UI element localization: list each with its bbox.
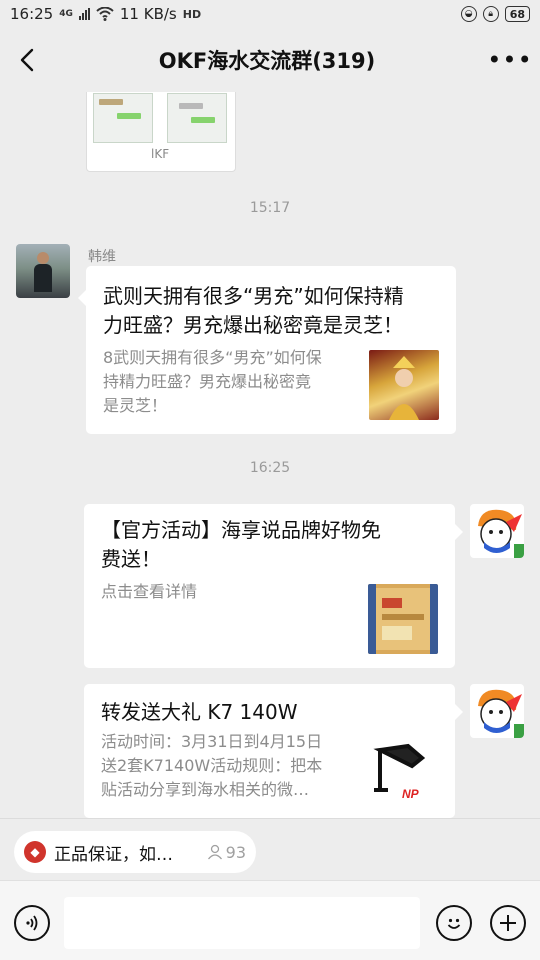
message-input[interactable] xyxy=(64,897,420,949)
timestamp: 15:17 xyxy=(249,200,291,216)
notice-bar: ◆ 正品保证，如… 93 xyxy=(0,818,540,880)
sync-icon: ◒ xyxy=(460,6,477,22)
card-description: 点击查看详情 xyxy=(101,582,198,601)
card-description-line: 送2套K7140W活动规则：把本 xyxy=(101,756,323,775)
card-title-line: 力旺盛？男充爆出秘密竟是灵芝！ xyxy=(103,313,403,337)
card-title-line: 费送！ xyxy=(101,547,161,571)
cartoon-avatar-icon xyxy=(478,689,524,738)
participant-count: 93 xyxy=(207,843,246,862)
card-thumbnail xyxy=(368,584,438,654)
chevron-left-icon xyxy=(20,48,34,72)
card-description-line: 贴活动分享到海水相关的微… xyxy=(101,780,310,799)
image-caption: lKF xyxy=(151,147,170,161)
thumb-bar xyxy=(179,103,203,109)
link-card[interactable]: 转发送大礼 K7 140W 活动时间：3月31日到4月15日 送2套K7140W… xyxy=(84,684,463,818)
card-description-line: 8武则天拥有很多“男充”如何保 xyxy=(103,348,322,367)
link-card[interactable]: 【官方活动】海享说品牌好物免 费送！ 点击查看详情 xyxy=(84,504,463,668)
more-functions-button[interactable] xyxy=(490,905,526,941)
card-title-line: 武则天拥有很多“男充”如何保持精 xyxy=(103,284,404,308)
card-title: 转发送大礼 K7 140W xyxy=(101,700,298,724)
card-description-line: 活动时间：3月31日到4月15日 xyxy=(101,732,323,751)
more-options-button[interactable]: ••• xyxy=(480,28,540,92)
network-type-label: 4G xyxy=(59,9,73,19)
image-message[interactable]: lKF xyxy=(86,92,236,172)
notice-text: 正品保证，如… xyxy=(54,844,173,865)
card-description-line: 是灵芝！ xyxy=(103,396,168,415)
back-button[interactable] xyxy=(0,28,54,92)
avatar-body xyxy=(34,264,52,292)
thumb-bar xyxy=(191,117,215,123)
card-title-line: 【官方活动】海享说品牌好物免 xyxy=(101,518,381,542)
card-thumbnail xyxy=(369,350,439,420)
person-icon xyxy=(207,844,222,860)
input-bar xyxy=(0,880,540,960)
signal-icon xyxy=(78,8,90,20)
network-speed: 11 KB/s xyxy=(119,5,177,23)
voice-icon xyxy=(26,915,38,931)
thumb-bar xyxy=(117,113,141,119)
avatar[interactable] xyxy=(470,684,524,738)
status-bar: 16:25 4G 11 KB/s HD ◒ 🔒︎ 68 xyxy=(0,0,540,28)
sender-name: 韩维 xyxy=(88,249,116,265)
chat-messages[interactable]: lKF 15:17 韩维 武则天拥有很多“男充”如何保持精 力旺盛？男充爆出秘密… xyxy=(0,92,540,818)
card-description-line: 持精力旺盛？男充爆出秘密竟 xyxy=(103,372,312,391)
brand-logo-icon: ◆ xyxy=(24,841,46,863)
thumb-label: NP xyxy=(402,787,420,801)
link-card[interactable]: 武则天拥有很多“男充”如何保持精 力旺盛？男充爆出秘密竟是灵芝！ 8武则天拥有很… xyxy=(78,266,456,434)
emoji-button[interactable] xyxy=(436,905,472,941)
avatar[interactable] xyxy=(470,504,524,558)
plus-icon xyxy=(500,915,516,931)
thumb-bar xyxy=(99,99,123,105)
avatar-head xyxy=(37,252,49,264)
lock-icon: 🔒︎ xyxy=(482,6,499,22)
timestamp: 16:25 xyxy=(249,460,291,476)
voice-button[interactable] xyxy=(14,905,50,941)
smiley-icon xyxy=(447,918,461,929)
pinned-notice[interactable]: ◆ 正品保证，如… 93 xyxy=(14,831,256,873)
participant-count-value: 93 xyxy=(225,842,246,862)
cartoon-avatar-icon xyxy=(478,509,524,558)
hd-icon: HD xyxy=(182,7,202,21)
card-thumbnail: NP xyxy=(368,736,438,806)
battery-indicator: 68 xyxy=(504,6,530,22)
status-time: 16:25 xyxy=(10,5,54,23)
avatar[interactable] xyxy=(16,244,70,298)
more-icon: ••• xyxy=(487,46,533,74)
chat-header: OKF海水交流群(319) ••• xyxy=(0,28,540,92)
chat-title: OKF海水交流群(319) xyxy=(158,49,376,73)
wifi-icon xyxy=(96,7,114,21)
